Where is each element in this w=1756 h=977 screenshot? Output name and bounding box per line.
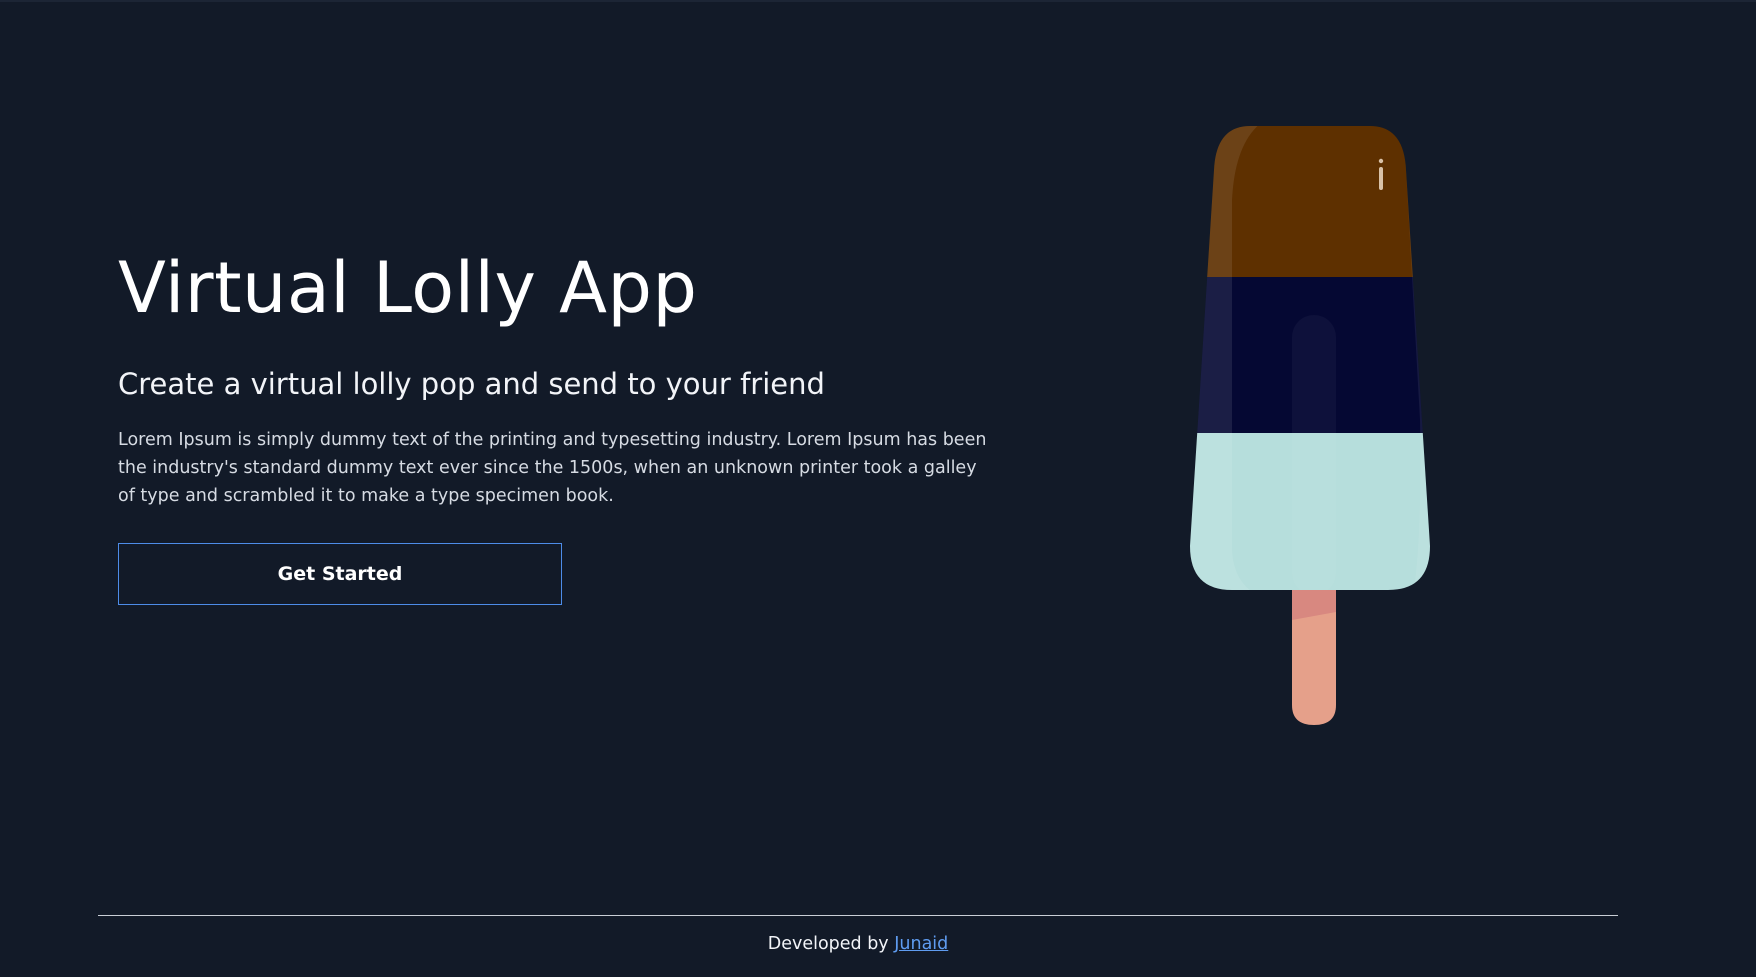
lolly-shine-line bbox=[1379, 167, 1383, 190]
author-link[interactable]: Junaid bbox=[894, 934, 948, 954]
top-border bbox=[0, 0, 1756, 2]
footer-prefix: Developed by bbox=[767, 934, 895, 954]
page-subtitle: Create a virtual lolly pop and send to y… bbox=[118, 367, 825, 401]
lolly-shine-dot bbox=[1378, 158, 1384, 164]
get-started-button[interactable]: Get Started bbox=[118, 542, 562, 605]
hero-section: Virtual Lolly App Create a virtual lolly… bbox=[118, 250, 998, 605]
lolly-groove bbox=[1292, 315, 1336, 590]
lolly-illustration bbox=[1190, 126, 1430, 725]
page-title: Virtual Lolly App bbox=[118, 247, 698, 329]
footer: Developed by Junaid bbox=[0, 934, 1716, 954]
hero-description: Lorem Ipsum is simply dummy text of the … bbox=[118, 429, 987, 506]
footer-divider bbox=[98, 915, 1618, 916]
